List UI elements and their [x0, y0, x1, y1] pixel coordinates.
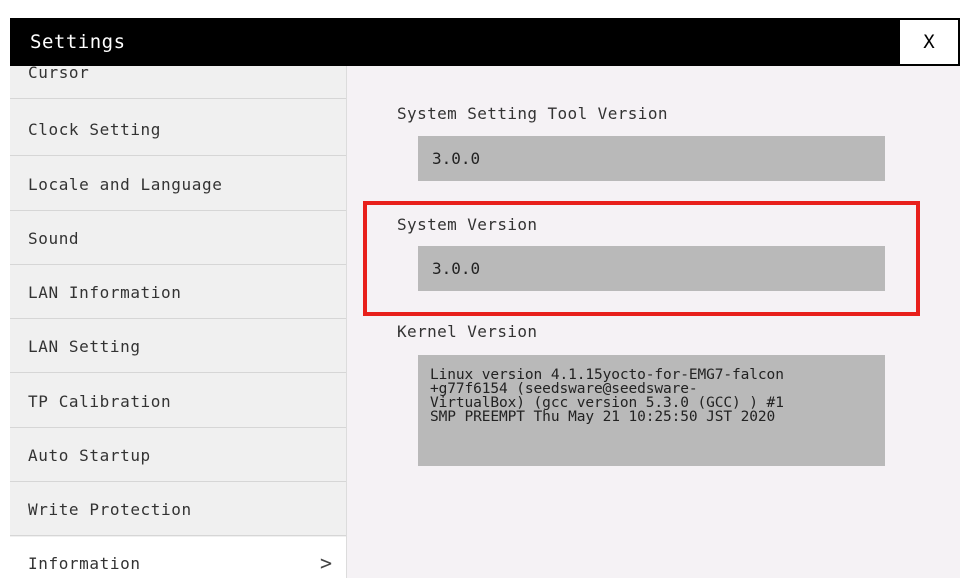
sidebar-item-auto-startup[interactable]: Auto Startup — [10, 429, 346, 482]
sidebar-item-write-protection[interactable]: Write Protection — [10, 483, 346, 536]
sidebar-item-cursor[interactable]: Cursor — [10, 66, 346, 99]
system-version-value: 3.0.0 — [418, 246, 885, 291]
sidebar-item-label: Locale and Language — [28, 175, 223, 194]
sidebar-item-tp-calibration[interactable]: TP Calibration — [10, 375, 346, 428]
tool-version-label: System Setting Tool Version — [397, 104, 668, 123]
sidebar-item-label: Cursor — [28, 66, 90, 82]
chevron-right-icon: > — [319, 551, 332, 575]
system-version-label: System Version — [397, 215, 538, 234]
sidebar-item-label: LAN Information — [28, 283, 182, 302]
tool-version-value: 3.0.0 — [418, 136, 885, 181]
window-title: Settings — [30, 31, 126, 53]
sidebar-item-label: Sound — [28, 229, 80, 248]
sidebar-item-label: Write Protection — [28, 500, 192, 519]
information-panel: System Setting Tool Version 3.0.0 System… — [347, 66, 960, 578]
sidebar-item-label: TP Calibration — [28, 392, 172, 411]
sidebar-item-locale-and-language[interactable]: Locale and Language — [10, 158, 346, 211]
sidebar-item-label: LAN Setting — [28, 337, 141, 356]
kernel-version-value: Linux version 4.1.15yocto-for-EMG7-falco… — [418, 355, 885, 466]
sidebar-item-label: Clock Setting — [28, 120, 162, 139]
sidebar-item-lan-information[interactable]: LAN Information — [10, 266, 346, 319]
sidebar-item-lan-setting[interactable]: LAN Setting — [10, 320, 346, 373]
sidebar-item-label: Auto Startup — [28, 446, 151, 465]
sidebar-item-information[interactable]: Information > — [10, 537, 346, 578]
sidebar-item-sound[interactable]: Sound — [10, 212, 346, 265]
sidebar-item-label: Information — [28, 554, 141, 573]
title-bar: Settings X — [10, 18, 960, 66]
kernel-version-label: Kernel Version — [397, 322, 538, 341]
sidebar-item-clock-setting[interactable]: Clock Setting — [10, 103, 346, 156]
close-button[interactable]: X — [899, 19, 959, 65]
settings-sidebar: Cursor Clock Setting Locale and Language… — [10, 66, 347, 578]
